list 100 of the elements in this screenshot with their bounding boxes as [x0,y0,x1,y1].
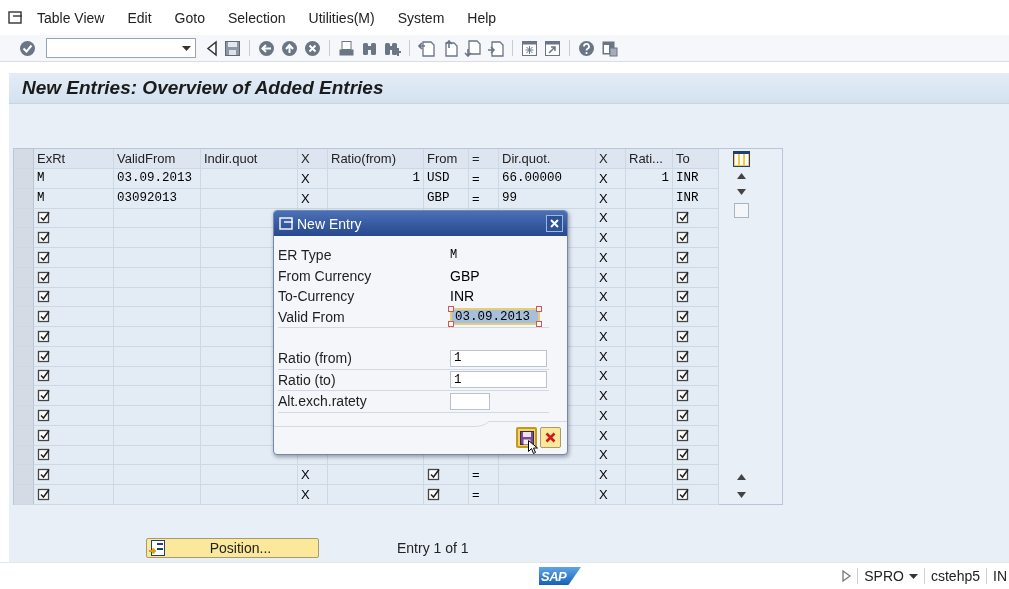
table-cell: X [596,406,626,426]
next-page-icon[interactable] [464,39,481,57]
tick-box-icon [37,250,50,264]
cancel-button[interactable] [540,427,561,448]
column-header[interactable]: From [424,149,469,169]
field-value: INR [450,288,475,305]
table-cell: X [596,267,626,288]
input-mode: IN [993,568,1007,584]
field-label: Alt.exch.ratety [278,393,368,410]
table-cell: X [596,445,626,466]
table-cell: X [596,188,626,209]
tick-box-icon [676,349,689,363]
check-icon[interactable] [19,39,36,57]
table-cell: M [34,169,114,189]
column-header[interactable]: ExRt [34,149,114,169]
tick-box-icon [676,389,689,403]
back-icon[interactable] [258,39,275,57]
table-cell: = [469,465,499,485]
input-field[interactable]: 1 [450,349,547,367]
back-triangle-icon[interactable] [206,39,218,57]
table-cell: X [596,228,626,248]
field-label: From Currency [278,267,373,284]
close-icon [550,219,559,228]
position-icon [149,540,165,556]
table-cell: X [596,169,626,189]
table-settings-icon[interactable] [732,151,750,167]
menu-item[interactable]: Selection [227,9,286,26]
column-header[interactable]: X [596,149,626,169]
expand-triangle-icon[interactable] [842,570,852,582]
tick-box-icon [37,408,50,422]
first-page-icon[interactable] [418,39,435,57]
menu-item[interactable]: Utilities(M) [308,9,375,26]
tick-box-icon [37,231,50,245]
menu-item[interactable]: Table View [37,9,105,26]
system-name: cstehp5 [930,568,980,584]
window-menu-icon[interactable] [8,10,24,25]
table-cell: GBP [424,188,469,209]
tick-box-icon [37,369,50,383]
table-cell: 03.09.2013 [114,169,201,189]
scroll-down-icon[interactable] [736,492,746,498]
tick-box-icon [427,468,440,482]
input-field[interactable]: 1 [450,371,547,389]
dropdown-arrow-icon[interactable] [182,45,191,51]
column-header[interactable]: = [469,149,499,169]
table-cell: X [596,346,626,367]
column-header[interactable]: Rati... [626,149,673,169]
column-header[interactable]: Indir.quot [201,149,298,169]
print-icon[interactable] [338,39,355,57]
table-cell: X [596,465,626,485]
exit-icon[interactable] [281,39,298,57]
close-button[interactable] [546,215,563,232]
input-field[interactable] [450,392,490,410]
column-header[interactable]: ValidFrom [114,149,201,169]
menu-item[interactable]: Goto [174,9,205,26]
table-cell: X [596,366,626,387]
transaction-dropdown[interactable]: SPRO [864,568,918,584]
table-cell: INR [673,188,719,209]
scroll-up-icon[interactable] [736,173,746,179]
menu-item[interactable]: Help [467,9,497,26]
new-session-icon[interactable] [521,39,538,57]
table-cell: X [596,327,626,347]
table-cell: X [596,248,626,268]
field-label: ER Type [278,247,333,264]
tick-box-icon [676,270,689,284]
scroll-up-icon[interactable] [736,474,746,480]
menu-item[interactable]: Edit [127,9,152,26]
table-cell: X [596,425,626,446]
scroll-down-icon[interactable] [736,189,746,195]
tick-box-icon [37,389,50,403]
input-field[interactable]: 03.09.2013 [450,308,540,326]
save-icon[interactable] [224,39,241,57]
position-button[interactable]: Position... [146,538,319,558]
table-cell: INR [673,169,719,189]
table-cell: = [469,485,499,505]
menu-item[interactable]: System [397,9,445,26]
cancel-icon[interactable] [304,39,321,57]
column-header[interactable]: X [298,149,328,169]
table-cell: X [596,208,626,229]
layout-icon[interactable] [601,39,618,57]
column-header[interactable]: Ratio(from) [328,149,424,169]
column-header[interactable]: Dir.quot. [499,149,596,169]
last-page-icon[interactable] [487,39,504,57]
table-cell: 99 [499,188,596,209]
table-cell: 03092013 [114,188,201,209]
cancel-icon [545,432,556,443]
tick-box-icon [37,487,50,501]
tick-box-icon [676,428,689,442]
tick-box-icon [427,487,440,501]
window-icon [279,216,295,231]
table-cell: = [469,188,499,209]
shortcut-icon[interactable] [544,39,561,57]
command-field[interactable] [46,38,196,58]
column-header[interactable]: To [673,149,719,169]
tick-box-icon [676,468,689,482]
scroll-thumb[interactable] [733,203,749,218]
help-icon[interactable] [578,39,595,57]
tick-box-icon [676,369,689,383]
table-cell: 1 [328,169,424,189]
tick-box-icon [676,211,689,225]
table-cell: X [298,188,328,209]
